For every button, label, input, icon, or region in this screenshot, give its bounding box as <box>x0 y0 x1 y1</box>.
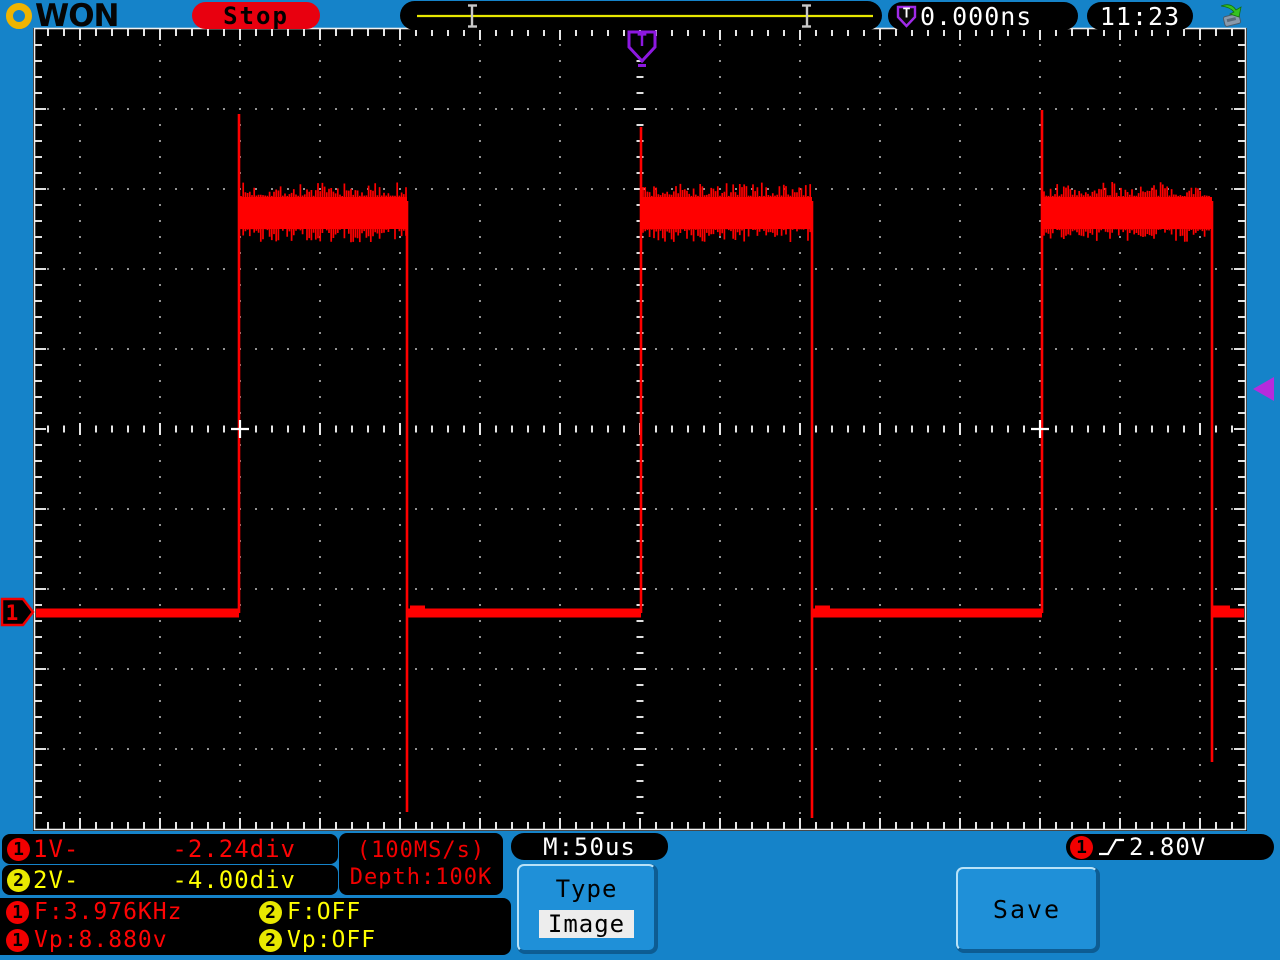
ch1-flag-label: 1 <box>6 601 19 625</box>
meas-ch1-freq-value: F:3.976KHz <box>34 899 183 925</box>
run-state-label: Stop <box>223 1 289 30</box>
scope-display <box>33 27 1274 831</box>
owon-logo-o-icon <box>6 3 32 29</box>
ch2-badge: 2 <box>259 900 282 924</box>
meas-ch2-vp-value: Vp:OFF <box>287 927 377 953</box>
ch1-scale: 1V- <box>33 835 80 863</box>
ch2-scale: 2V- <box>33 866 80 894</box>
clock: 11:23 <box>1087 1 1193 31</box>
ch2-readout-bar: 2 2V- -4.00div <box>2 865 338 895</box>
trigger-level-value: 2.80V <box>1129 833 1207 861</box>
ch1-badge: 1 <box>6 900 29 924</box>
acquire-readout: (100MS/s) Depth:100K <box>339 833 503 895</box>
trigger-shield-tick <box>638 64 646 67</box>
meas-ch2-freq-value: F:OFF <box>287 899 362 925</box>
trigger-source-badge: 1 <box>1070 835 1093 859</box>
measurement-panel: 1 F:3.976KHz 2 F:OFF 1 Vp:8.880v 2 Vp:OF… <box>0 898 511 955</box>
trigger-t-shield-label: T <box>903 6 911 21</box>
meas-ch2-vp: 2 Vp:OFF <box>259 927 511 953</box>
ch1-position: -2.24div <box>172 835 296 863</box>
clock-value: 11:23 <box>1099 1 1181 31</box>
rising-edge-icon <box>1099 838 1124 856</box>
oscilloscope-screen: { "colors": { "bg_blue": "#1583c9", "but… <box>0 0 1280 960</box>
meas-ch1-vp: 1 Vp:8.880v <box>6 927 259 953</box>
ch2-badge: 2 <box>259 928 282 952</box>
trigger-level-arrow[interactable] <box>1253 377 1274 401</box>
sample-rate: (100MS/s) <box>356 838 486 863</box>
ch2-badge: 2 <box>7 868 30 892</box>
meas-ch1-vp-value: Vp:8.880v <box>34 927 168 953</box>
save-button-label: Save <box>992 894 1062 924</box>
trigger-position-marker[interactable]: T <box>625 30 659 68</box>
usb-save-icon <box>1220 4 1242 27</box>
ch1-badge: 1 <box>7 837 30 861</box>
timebase-value: M:50us <box>543 832 636 861</box>
owon-logo: WON <box>6 0 119 34</box>
timebase-readout[interactable]: M:50us <box>511 832 668 861</box>
ch1-readout-bar: 1 1V- -2.24div <box>2 834 338 864</box>
type-button-value: Image <box>538 910 635 938</box>
memory-depth: Depth:100K <box>349 865 493 890</box>
ch1-position-marker[interactable]: 1 <box>0 595 40 631</box>
owon-logo-text: WON <box>35 0 119 34</box>
meas-ch1-freq: 1 F:3.976KHz <box>6 899 259 925</box>
trigger-t-shield-icon: T <box>896 5 917 28</box>
save-button[interactable]: Save <box>956 867 1098 951</box>
trigger-level-readout: 1 2.80V <box>1066 833 1274 861</box>
save-type-button[interactable]: Type Image <box>517 864 656 952</box>
run-stop-indicator[interactable]: Stop <box>192 1 320 30</box>
ch2-position: -4.00div <box>172 866 296 894</box>
memory-window-bar <box>417 4 873 28</box>
trigger-offset-readout: T 0.000ns <box>888 1 1078 31</box>
meas-ch2-freq: 2 F:OFF <box>259 899 511 925</box>
ch1-badge: 1 <box>6 928 29 952</box>
trigger-shield-label: T <box>637 31 647 51</box>
horizontal-position-slider[interactable]: T <box>400 1 1044 30</box>
type-button-label: Type <box>555 875 618 903</box>
trigger-offset-value: 0.000ns <box>920 1 1033 31</box>
